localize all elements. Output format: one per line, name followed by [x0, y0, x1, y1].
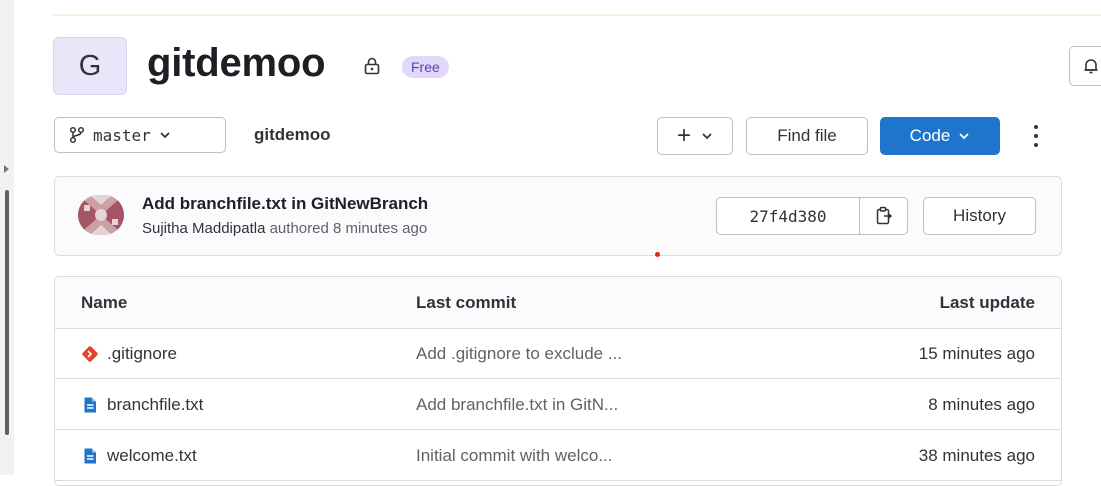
code-dropdown-button[interactable]: Code [880, 117, 1000, 155]
file-name[interactable]: branchfile.txt [107, 395, 203, 415]
lock-icon [364, 57, 380, 75]
cursor-indicator-dot [655, 252, 660, 257]
column-header-last-update: Last update [939, 293, 1035, 312]
file-name[interactable]: welcome.txt [107, 446, 197, 466]
file-table: Name Last commit Last update .gitignore … [54, 276, 1062, 486]
chevron-down-icon [160, 132, 170, 139]
history-button[interactable]: History [923, 197, 1036, 235]
project-avatar-letter: G [78, 49, 102, 82]
chevron-down-icon [702, 133, 712, 140]
file-last-commit[interactable]: Add branchfile.txt in GitN... [416, 395, 618, 415]
file-last-update: 15 minutes ago [918, 344, 1035, 363]
column-header-name: Name [81, 293, 128, 312]
notification-button[interactable] [1069, 46, 1101, 86]
table-row[interactable]: .gitignore Add .gitignore to exclude ...… [55, 328, 1061, 379]
file-last-commit[interactable]: Initial commit with welco... [416, 446, 613, 466]
commit-sha-text: 27f4d380 [749, 206, 827, 226]
tier-badge: Free [402, 56, 449, 78]
copy-sha-button[interactable] [860, 197, 908, 235]
file-name-cell[interactable]: .gitignore [81, 344, 177, 364]
commit-meta: Sujitha Maddipatla authored 8 minutes ag… [142, 220, 427, 237]
branch-name: master [93, 125, 151, 145]
file-name-cell[interactable]: welcome.txt [81, 446, 197, 466]
commit-title[interactable]: Add branchfile.txt in GitNewBranch [142, 194, 428, 214]
last-commit-panel: Add branchfile.txt in GitNewBranch Sujit… [54, 176, 1062, 256]
add-dropdown-button[interactable]: + [657, 117, 733, 155]
commit-meta-suffix: authored 8 minutes ago [269, 220, 428, 237]
project-avatar[interactable]: G [53, 37, 127, 95]
branch-icon [69, 126, 85, 144]
branch-selector[interactable]: master [54, 117, 226, 153]
file-name-cell[interactable]: branchfile.txt [81, 395, 203, 415]
table-row[interactable]: branchfile.txt Add branchfile.txt in Git… [55, 379, 1061, 430]
table-row[interactable]: welcome.txt Initial commit with welco...… [55, 430, 1061, 481]
git-icon [82, 346, 98, 362]
chevron-down-icon [959, 133, 969, 140]
commit-author[interactable]: Sujitha Maddipatla [142, 220, 265, 237]
column-header-last-commit: Last commit [416, 293, 517, 312]
more-actions-icon[interactable] [1028, 122, 1044, 150]
file-last-update: 8 minutes ago [928, 395, 1035, 414]
project-title: gitdemoo [147, 41, 326, 85]
file-icon [84, 448, 96, 464]
find-file-button[interactable]: Find file [746, 117, 868, 155]
scrollbar-thumb[interactable] [5, 190, 9, 435]
history-label: History [953, 206, 1006, 225]
find-file-label: Find file [777, 126, 837, 145]
header-divider [52, 14, 1101, 16]
file-name[interactable]: .gitignore [107, 344, 177, 364]
commit-sha[interactable]: 27f4d380 [716, 197, 860, 235]
file-last-commit[interactable]: Add .gitignore to exclude ... [416, 344, 622, 364]
breadcrumb[interactable]: gitdemoo [254, 125, 331, 145]
code-label: Code [909, 126, 951, 145]
clipboard-icon [876, 206, 892, 225]
table-header: Name Last commit Last update [55, 277, 1061, 329]
scroll-arrow-icon[interactable] [4, 165, 9, 173]
avatar[interactable] [78, 195, 124, 235]
bell-icon [1084, 59, 1098, 74]
file-icon [84, 397, 96, 413]
plus-icon: + [676, 122, 691, 149]
commit-sha-group: 27f4d380 [716, 197, 908, 235]
file-last-update: 38 minutes ago [918, 446, 1035, 465]
left-scrollbar[interactable] [0, 0, 14, 475]
